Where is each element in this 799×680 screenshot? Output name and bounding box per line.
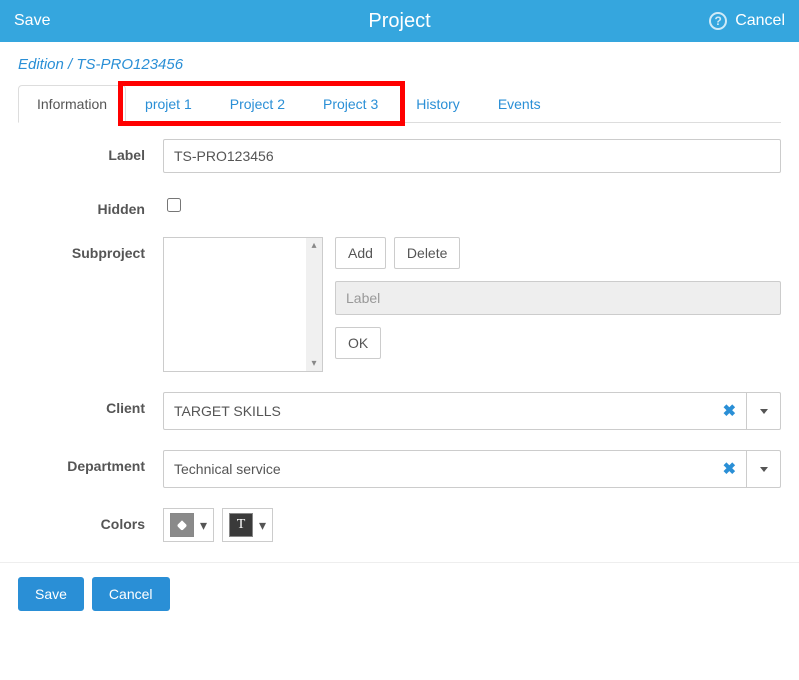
ok-button[interactable]: OK <box>335 327 381 359</box>
delete-button[interactable]: Delete <box>394 237 460 269</box>
breadcrumb: Edition / TS-PRO123456 <box>18 56 781 73</box>
fill-icon <box>175 518 189 532</box>
footer: Save Cancel <box>0 562 799 625</box>
text-color-swatch: T <box>229 513 253 537</box>
tab-history[interactable]: History <box>397 85 479 123</box>
client-value: TARGET SKILLS <box>174 403 281 419</box>
subproject-label-input[interactable]: Label <box>335 281 781 315</box>
tabs: Informationprojet 1Project 2Project 3His… <box>18 85 781 123</box>
tab-events[interactable]: Events <box>479 85 560 123</box>
chevron-down-icon <box>760 409 768 414</box>
bg-color-swatch <box>170 513 194 537</box>
cancel-button[interactable]: Cancel <box>92 577 170 611</box>
tab-project-3[interactable]: Project 3 <box>304 85 397 123</box>
department-value: Technical service <box>174 461 281 477</box>
tab-project-2[interactable]: Project 2 <box>211 85 304 123</box>
department-dropdown-button[interactable] <box>747 450 781 488</box>
scroll-up-icon[interactable]: ▴ <box>311 240 316 251</box>
client-label: Client <box>18 392 163 430</box>
save-button[interactable]: Save <box>18 577 84 611</box>
titlebar-title: Project <box>0 10 799 33</box>
label-input[interactable] <box>163 139 781 173</box>
text-color-picker[interactable]: T ▾ <box>222 508 273 542</box>
scrollbar[interactable]: ▴ ▾ <box>306 238 322 371</box>
colors-label: Colors <box>18 508 163 542</box>
subproject-label: Subproject <box>18 237 163 372</box>
chevron-down-icon: ▾ <box>200 517 207 534</box>
chevron-down-icon: ▾ <box>259 517 266 534</box>
bg-color-picker[interactable]: ▾ <box>163 508 214 542</box>
titlebar-save-button[interactable]: Save <box>14 12 50 30</box>
client-dropdown-button[interactable] <box>747 392 781 430</box>
help-icon[interactable]: ? <box>709 12 727 30</box>
client-clear-icon[interactable]: ✖ <box>723 401 736 421</box>
tab-projet-1[interactable]: projet 1 <box>126 85 211 123</box>
titlebar: Save Project ? Cancel <box>0 0 799 42</box>
tab-information[interactable]: Information <box>18 85 126 123</box>
scroll-down-icon[interactable]: ▾ <box>311 358 316 369</box>
hidden-checkbox[interactable] <box>167 198 181 212</box>
department-label: Department <box>18 450 163 488</box>
hidden-label: Hidden <box>18 193 163 217</box>
department-combo[interactable]: Technical service ✖ <box>163 450 781 488</box>
client-combo[interactable]: TARGET SKILLS ✖ <box>163 392 781 430</box>
titlebar-cancel-button[interactable]: Cancel <box>735 12 785 30</box>
chevron-down-icon <box>760 467 768 472</box>
add-button[interactable]: Add <box>335 237 386 269</box>
label-label: Label <box>18 139 163 173</box>
department-clear-icon[interactable]: ✖ <box>723 459 736 479</box>
subproject-listbox[interactable]: ▴ ▾ <box>163 237 323 372</box>
